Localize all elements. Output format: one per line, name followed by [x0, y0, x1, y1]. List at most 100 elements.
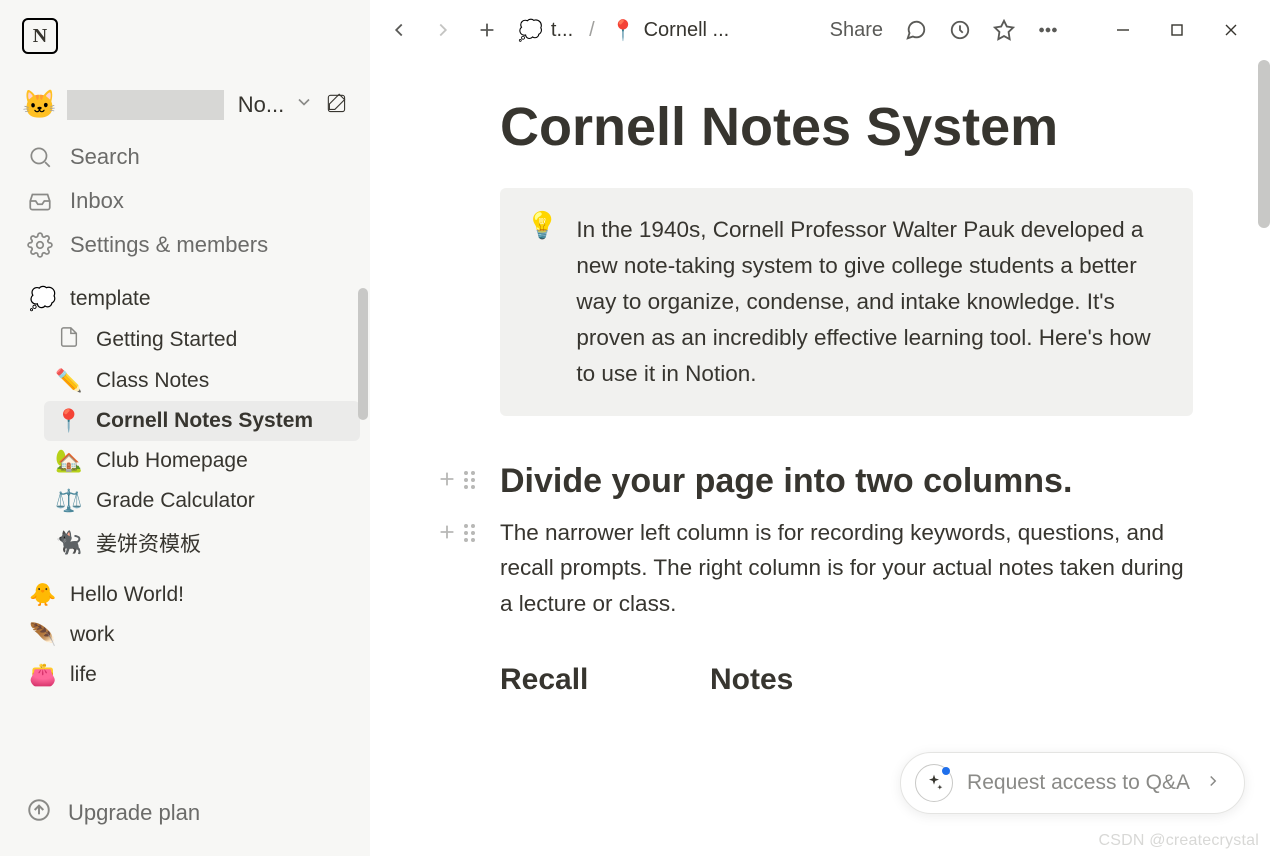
thought-bubble-icon: 💭: [28, 286, 58, 312]
pencil-icon: ✏️: [54, 368, 84, 394]
paragraph-text: The narrower left column is for recordin…: [500, 515, 1193, 622]
tree-item-label: Class Notes: [96, 369, 209, 393]
document-icon: [54, 326, 84, 354]
sidebar-nav: Search Inbox Settings & members: [0, 129, 370, 269]
sparkle-icon: [915, 764, 953, 802]
tree-item-label: life: [70, 663, 97, 687]
comments-button[interactable]: [897, 11, 935, 49]
tree-item-label: Club Homepage: [96, 449, 248, 473]
window-minimize-button[interactable]: [1099, 10, 1147, 50]
inbox-icon: [26, 187, 54, 215]
workspace-name-suffix: No...: [238, 92, 284, 118]
house-icon: 🏡: [54, 448, 84, 474]
tree-item-hello-world[interactable]: 🐥 Hello World!: [18, 575, 360, 615]
tree-item-label: Grade Calculator: [96, 489, 255, 513]
add-block-icon[interactable]: [436, 468, 458, 495]
block-handles[interactable]: [436, 521, 475, 548]
content-scrollbar[interactable]: [1258, 60, 1270, 228]
tree-item-label: work: [70, 623, 114, 647]
chevron-down-icon: [294, 92, 314, 117]
breadcrumb-current[interactable]: 📍 Cornell ...: [605, 14, 736, 47]
breadcrumb-separator: /: [585, 19, 599, 42]
callout-block[interactable]: 💡 In the 1940s, Cornell Professor Walter…: [500, 188, 1193, 416]
heading-block[interactable]: Divide your page into two columns.: [436, 462, 1193, 501]
share-button[interactable]: Share: [822, 15, 891, 46]
new-page-button[interactable]: [324, 91, 352, 119]
gear-icon: [26, 231, 54, 259]
updates-button[interactable]: [941, 11, 979, 49]
arrow-up-circle-icon: [26, 797, 52, 828]
sidebar-item-search[interactable]: Search: [18, 135, 360, 179]
black-cat-icon: 🐈‍⬛: [54, 530, 84, 556]
drag-handle-icon[interactable]: [464, 468, 475, 495]
sidebar: N 🐱 No... Search Inbox Settings: [0, 0, 370, 856]
upgrade-plan-button[interactable]: Upgrade plan: [18, 789, 352, 836]
tree-item-label: 姜饼资模板: [96, 528, 201, 558]
sidebar-item-label: Inbox: [70, 188, 124, 214]
block-handles[interactable]: [436, 468, 475, 495]
topbar: 💭 t... / 📍 Cornell ... Share: [370, 0, 1273, 60]
tree-item-grade-calculator[interactable]: ⚖️ Grade Calculator: [44, 481, 360, 521]
column-heading: Notes: [710, 663, 793, 697]
pin-icon: 📍: [54, 408, 84, 434]
lightbulb-icon: 💡: [526, 212, 558, 392]
new-tab-button[interactable]: [468, 11, 506, 49]
app-root: N 🐱 No... Search Inbox Settings: [0, 0, 1273, 856]
page-content: Cornell Notes System 💡 In the 1940s, Cor…: [370, 60, 1273, 856]
more-button[interactable]: [1029, 11, 1067, 49]
qa-label: Request access to Q&A: [967, 771, 1190, 795]
tree-item-work[interactable]: 🪶 work: [18, 615, 360, 655]
tree-item-template[interactable]: 💭 template: [18, 279, 360, 319]
purse-icon: 👛: [28, 662, 58, 688]
paragraph-block[interactable]: The narrower left column is for recordin…: [436, 515, 1193, 622]
footer-label: Upgrade plan: [68, 800, 200, 826]
tree-item-label: Cornell Notes System: [96, 409, 313, 433]
sidebar-item-label: Settings & members: [70, 232, 268, 258]
sidebar-item-label: Search: [70, 144, 140, 170]
drag-handle-icon[interactable]: [464, 521, 475, 548]
column-notes[interactable]: Notes: [710, 663, 793, 697]
main: 💭 t... / 📍 Cornell ... Share Cornell Not…: [370, 0, 1273, 856]
page-tree: 💭 template Getting Started ✏️ Class Note…: [0, 269, 370, 777]
sidebar-item-settings[interactable]: Settings & members: [18, 223, 360, 267]
page-title[interactable]: Cornell Notes System: [500, 96, 1193, 160]
workspace-switcher[interactable]: 🐱 No...: [0, 84, 370, 129]
tree-item-label: Hello World!: [70, 583, 184, 607]
sidebar-footer: Upgrade plan: [0, 777, 370, 856]
search-icon: [26, 143, 54, 171]
workspace-name-redacted: [67, 90, 224, 120]
scale-icon: ⚖️: [54, 488, 84, 514]
sidebar-item-inbox[interactable]: Inbox: [18, 179, 360, 223]
window-close-button[interactable]: [1207, 10, 1255, 50]
chevron-right-icon: [1204, 772, 1222, 795]
workspace-emoji: 🐱: [22, 88, 57, 121]
nav-forward-button[interactable]: [424, 11, 462, 49]
tree-item-getting-started[interactable]: Getting Started: [44, 319, 360, 361]
nav-back-button[interactable]: [380, 11, 418, 49]
heading-text: Divide your page into two columns.: [500, 462, 1193, 501]
add-block-icon[interactable]: [436, 521, 458, 548]
column-heading: Recall: [500, 663, 670, 697]
tree-item-label: template: [70, 287, 151, 311]
pin-icon: 📍: [611, 18, 636, 43]
chick-icon: 🐥: [28, 582, 58, 608]
qa-request-button[interactable]: Request access to Q&A: [900, 752, 1245, 814]
breadcrumb-label: Cornell ...: [644, 19, 730, 42]
thought-bubble-icon: 💭: [518, 18, 543, 43]
tree-item-life[interactable]: 👛 life: [18, 655, 360, 695]
tree-item-cornell-notes[interactable]: 📍 Cornell Notes System: [44, 401, 360, 441]
columns-block[interactable]: Recall Notes: [500, 663, 1193, 697]
callout-text: In the 1940s, Cornell Professor Walter P…: [576, 212, 1167, 392]
column-recall[interactable]: Recall: [500, 663, 670, 697]
sidebar-scrollbar[interactable]: [358, 288, 368, 420]
tree-item-ginger-template[interactable]: 🐈‍⬛ 姜饼资模板: [44, 521, 360, 565]
tree-item-label: Getting Started: [96, 328, 237, 352]
breadcrumb-template[interactable]: 💭 t...: [512, 14, 579, 47]
tree-item-club-homepage[interactable]: 🏡 Club Homepage: [44, 441, 360, 481]
favorite-button[interactable]: [985, 11, 1023, 49]
tree-item-class-notes[interactable]: ✏️ Class Notes: [44, 361, 360, 401]
window-maximize-button[interactable]: [1153, 10, 1201, 50]
feather-icon: 🪶: [28, 622, 58, 648]
notion-logo[interactable]: N: [22, 18, 58, 54]
breadcrumb-label: t...: [551, 19, 573, 42]
